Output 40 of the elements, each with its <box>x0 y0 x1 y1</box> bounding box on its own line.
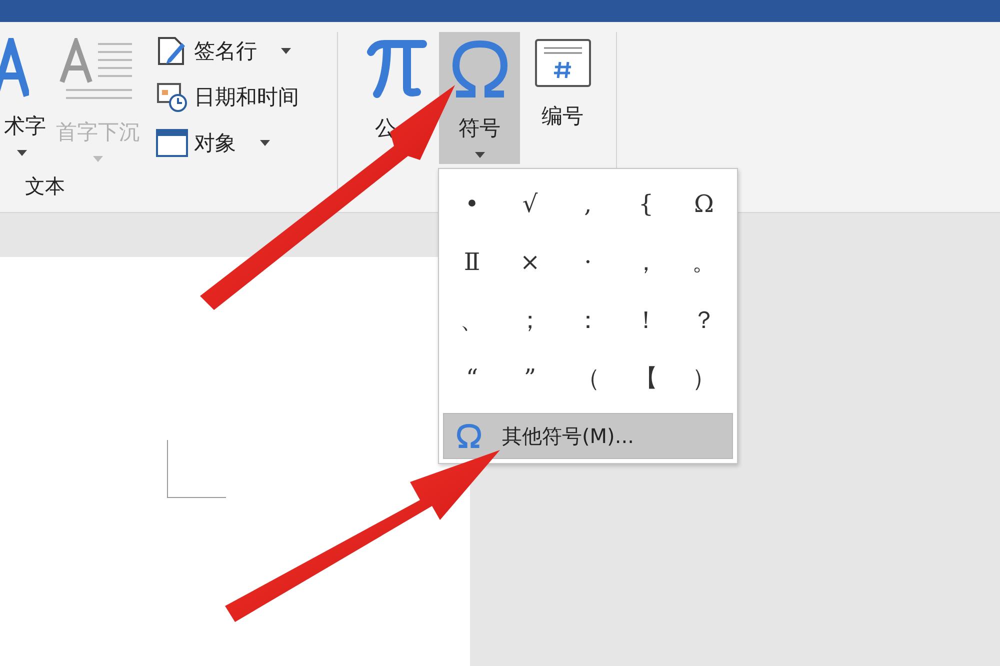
symbol-option[interactable]: { <box>617 175 675 233</box>
ribbon-button[interactable]: 对象 <box>156 124 299 162</box>
letter-a-icon <box>0 38 29 98</box>
ribbon-button[interactable]: 符号 <box>439 32 520 164</box>
symbol-option[interactable]: 【 <box>617 349 675 407</box>
symbol-option[interactable]: Ω <box>675 175 733 233</box>
omega-icon <box>456 424 482 448</box>
symbol-option[interactable]: ； <box>501 291 559 349</box>
window-icon <box>156 129 188 157</box>
pi-icon <box>366 38 426 100</box>
ribbon-button[interactable]: 日期和时间 <box>156 78 299 116</box>
wordart-button[interactable]: 术字 <box>0 32 44 164</box>
symbol-option[interactable]: , <box>559 175 617 233</box>
symbol-option[interactable]: · <box>559 233 617 291</box>
ribbon-button[interactable]: 公 <box>356 32 437 164</box>
symbol-option[interactable]: √ <box>501 175 559 233</box>
page-number-icon <box>534 38 592 88</box>
symbol-option[interactable]: ！ <box>617 291 675 349</box>
symbol-option[interactable]: （ <box>559 349 617 407</box>
group-label: 文本 <box>24 173 65 200</box>
symbol-option[interactable]: 、 <box>443 291 501 349</box>
symbol-option[interactable]: Ⅱ <box>443 233 501 291</box>
omega-icon <box>450 38 510 100</box>
symbol-option[interactable]: ： <box>559 291 617 349</box>
symbol-option[interactable]: 。 <box>675 233 733 291</box>
caret-icon <box>93 156 103 162</box>
symbol-option[interactable]: • <box>443 175 501 233</box>
symbol-option[interactable]: ， <box>617 233 675 291</box>
more-symbols-item[interactable]: 其他符号(M)... <box>443 413 733 459</box>
symbol-option[interactable]: ” <box>501 349 559 407</box>
symbol-option[interactable]: ？ <box>675 291 733 349</box>
margin-corner-mark <box>167 440 226 498</box>
ribbon-button[interactable]: 编号 <box>522 32 603 164</box>
calendar-clock-icon <box>156 81 188 113</box>
ribbon-button[interactable]: 签名行 <box>156 32 299 70</box>
symbol-option[interactable]: × <box>501 233 559 291</box>
symbol-option[interactable]: “ <box>443 349 501 407</box>
caret-icon <box>17 150 27 156</box>
symbol-option[interactable]: ） <box>675 349 733 407</box>
pen-document-icon <box>156 35 188 67</box>
